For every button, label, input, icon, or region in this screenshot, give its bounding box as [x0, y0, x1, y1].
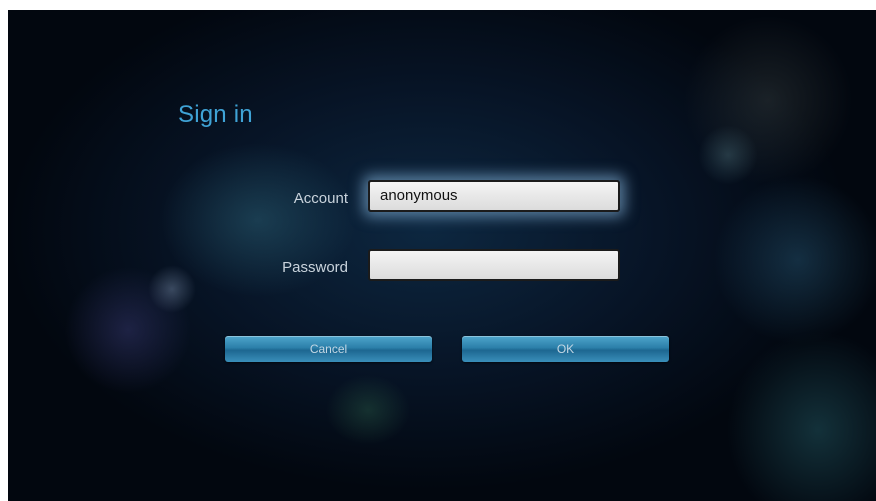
background-glow	[148, 265, 196, 313]
cancel-button[interactable]: Cancel	[225, 336, 432, 362]
top-caption-strip	[0, 0, 876, 10]
page-title: Sign in	[178, 101, 253, 128]
background-glow	[698, 125, 758, 185]
account-label: Account	[293, 190, 348, 207]
sign-in-screen: Sign in Account anonymous Password Cance…	[8, 10, 876, 501]
password-label: Password	[282, 259, 348, 276]
ok-button[interactable]: OK	[462, 336, 669, 362]
password-field[interactable]	[368, 249, 620, 281]
account-field[interactable]: anonymous	[368, 180, 620, 212]
